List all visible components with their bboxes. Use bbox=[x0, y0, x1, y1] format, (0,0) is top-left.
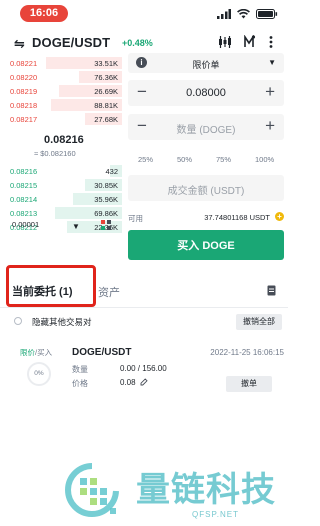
available-value: 37.74801168 USDT bbox=[204, 213, 270, 222]
book-layout-icon[interactable] bbox=[101, 220, 111, 230]
price-value: 0.08000 bbox=[186, 87, 226, 99]
plus-icon[interactable]: + bbox=[265, 82, 275, 102]
ask-row[interactable]: 0.08218 88.81K bbox=[0, 98, 122, 112]
order-amount-value: 0.00 / 156.00 bbox=[120, 364, 167, 373]
watermark-text: 量链科技 bbox=[136, 470, 276, 510]
ask-qty: 26.69K bbox=[94, 87, 118, 96]
order-side: /买入 bbox=[35, 348, 53, 357]
status-bar: 16:06 bbox=[0, 0, 288, 28]
status-time: 16:06 bbox=[20, 5, 68, 22]
ask-price: 0.08221 bbox=[10, 59, 38, 68]
hide-other-pairs-row: 隐藏其他交易对 撤销全部 bbox=[0, 314, 288, 330]
precision-select[interactable]: 0.00001 ▼ bbox=[12, 220, 84, 236]
percent-50[interactable]: 50% bbox=[177, 155, 192, 164]
deposit-plus-icon[interactable]: + bbox=[275, 212, 284, 221]
ask-row[interactable]: 0.08221 33.51K bbox=[0, 56, 122, 70]
chevron-down-icon: ▼ bbox=[72, 222, 80, 231]
total-placeholder: 成交金额 (USDT) bbox=[167, 186, 245, 197]
watermark-logo bbox=[65, 463, 119, 517]
ask-qty: 76.36K bbox=[94, 73, 118, 82]
order-side-tag: 限价/买入 bbox=[20, 347, 52, 358]
ask-row[interactable]: 0.08217 27.68K bbox=[0, 112, 122, 126]
order-datetime: 2022-11-25 16:06:15 bbox=[210, 348, 284, 357]
ask-price: 0.08217 bbox=[10, 115, 38, 124]
watermark-url: QFSP.NET bbox=[192, 510, 239, 519]
ask-qty: 27.68K bbox=[94, 115, 118, 124]
chart-tools-icon[interactable] bbox=[243, 35, 256, 49]
order-type-select[interactable]: i 限价单 ▼ bbox=[128, 53, 284, 73]
ask-row[interactable]: 0.08219 26.69K bbox=[0, 84, 122, 98]
wifi-icon bbox=[237, 9, 250, 19]
pair-title[interactable]: DOGE/USDT bbox=[32, 35, 110, 50]
fill-progress-ring: 0% bbox=[27, 362, 51, 386]
plus-icon[interactable]: + bbox=[265, 116, 275, 136]
status-icons bbox=[217, 8, 278, 20]
bid-row[interactable]: 0.08214 35.96K bbox=[0, 192, 122, 206]
order-type: 限价 bbox=[20, 348, 35, 357]
edit-icon[interactable] bbox=[140, 378, 148, 386]
available-label: 可用 bbox=[128, 214, 143, 223]
order-type-label: 限价单 bbox=[192, 60, 220, 70]
tab-assets[interactable]: 资产 bbox=[98, 284, 120, 300]
ask-price: 0.08220 bbox=[10, 73, 38, 82]
mid-price: 0.08216 bbox=[44, 134, 84, 146]
bid-qty: 69.86K bbox=[94, 209, 118, 218]
bid-qty: 30.85K bbox=[94, 181, 118, 190]
candlestick-icon[interactable] bbox=[218, 35, 232, 49]
ask-qty: 33.51K bbox=[94, 59, 118, 68]
percent-75[interactable]: 75% bbox=[216, 155, 231, 164]
ask-price: 0.08218 bbox=[10, 101, 38, 110]
total-field[interactable]: 成交金额 (USDT) bbox=[128, 175, 284, 201]
amount-placeholder: 数量 (DOGE) bbox=[176, 125, 236, 136]
bid-row[interactable]: 0.08215 30.85K bbox=[0, 178, 122, 192]
hide-other-pairs-radio[interactable] bbox=[14, 317, 22, 325]
ask-list: 0.08221 33.51K 0.08220 76.36K 0.08219 26.69… bbox=[0, 56, 122, 126]
order-amount-label: 数量 bbox=[72, 365, 88, 374]
bid-qty: 432 bbox=[105, 167, 118, 176]
order-pair: DOGE/USDT bbox=[72, 347, 132, 358]
price-field[interactable]: − 0.08000 + bbox=[128, 80, 284, 106]
order-history-icon[interactable] bbox=[267, 285, 276, 296]
buy-button[interactable]: 买入 DOGE bbox=[128, 230, 284, 260]
bid-price: 0.08216 bbox=[10, 167, 38, 176]
screen: 16:06 ⇋ DOGE/USDT +0.48% 0.08221 33.51K … bbox=[0, 0, 288, 526]
swap-icon[interactable]: ⇋ bbox=[14, 36, 25, 52]
percent-25[interactable]: 25% bbox=[138, 155, 153, 164]
ask-qty: 88.81K bbox=[94, 101, 118, 110]
cancel-all-button[interactable]: 撤销全部 bbox=[236, 314, 282, 330]
bid-price: 0.08213 bbox=[10, 209, 38, 218]
order-price-label: 价格 bbox=[72, 379, 88, 388]
mid-price-fiat: ≈ $0.082160 bbox=[34, 149, 76, 158]
order-price-value: 0.08 bbox=[120, 378, 136, 387]
percent-selector: 25% 50% 75% 100% bbox=[128, 155, 284, 167]
bid-row[interactable]: 0.08213 69.86K bbox=[0, 206, 122, 220]
more-icon[interactable] bbox=[266, 35, 276, 49]
signal-icon bbox=[217, 9, 231, 19]
hide-other-pairs-label[interactable]: 隐藏其他交易对 bbox=[32, 316, 92, 328]
pair-change: +0.48% bbox=[122, 38, 153, 48]
battery-icon bbox=[256, 9, 278, 19]
cancel-order-button[interactable]: 撤单 bbox=[226, 376, 272, 392]
ask-price: 0.08219 bbox=[10, 87, 38, 96]
ask-row[interactable]: 0.08220 76.36K bbox=[0, 70, 122, 84]
percent-100[interactable]: 100% bbox=[255, 155, 274, 164]
amount-field[interactable]: − 数量 (DOGE) + bbox=[128, 114, 284, 140]
bid-row[interactable]: 0.08216 432 bbox=[0, 164, 122, 178]
highlight-box bbox=[6, 265, 96, 307]
bid-price: 0.08215 bbox=[10, 181, 38, 190]
open-order-item: 限价/买入 0% DOGE/USDT 2022-11-25 16:06:15 数… bbox=[0, 340, 288, 400]
bid-price: 0.08214 bbox=[10, 195, 38, 204]
chevron-down-icon: ▼ bbox=[268, 58, 276, 67]
precision-value: 0.00001 bbox=[12, 220, 40, 229]
bid-qty: 35.96K bbox=[94, 195, 118, 204]
